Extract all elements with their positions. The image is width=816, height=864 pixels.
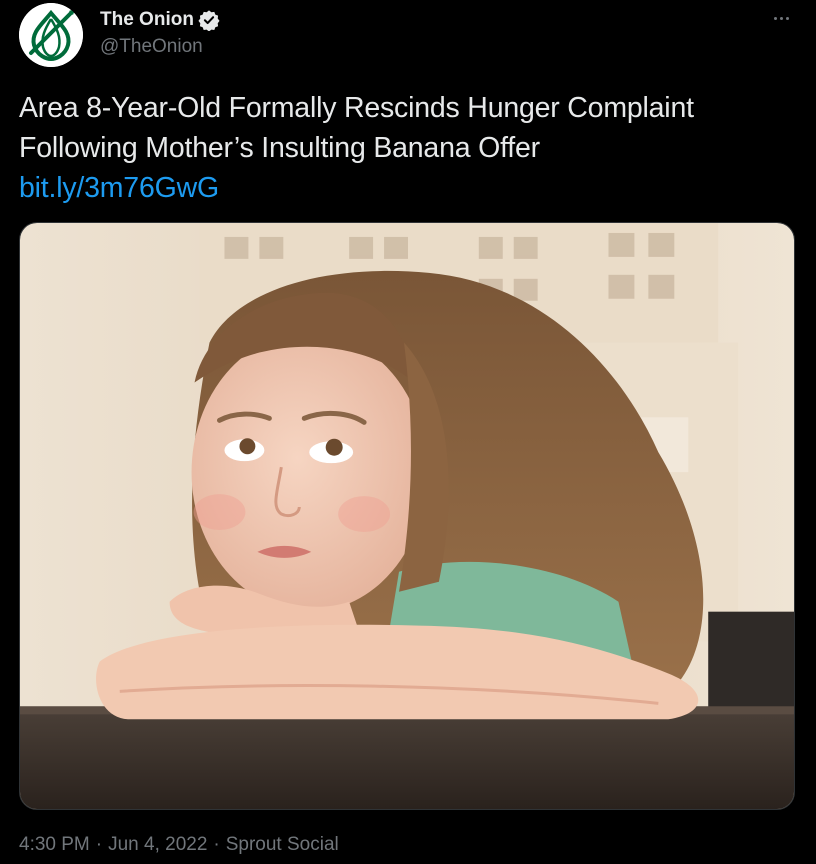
- tweet-media-photo[interactable]: [19, 222, 795, 810]
- headline-line-2: Following Mother’s Insulting Banana Offe…: [19, 132, 540, 164]
- headline-line-1: Area 8-Year-Old Formally Rescinds Hunger…: [19, 92, 694, 124]
- photo-girl-resting-on-table: [20, 223, 794, 809]
- author-name-row: The Onion: [100, 8, 220, 32]
- tweet-text: Area 8-Year-Old Formally Rescinds Hunger…: [19, 88, 799, 208]
- tweet-meta: 4:30 PM · Jun 4, 2022 · Sprout Social: [19, 834, 339, 856]
- meta-separator: ·: [213, 834, 220, 855]
- tweet[interactable]: The Onion @TheOnion Area 8-Year-Old Form…: [0, 0, 816, 864]
- meta-separator: ·: [95, 834, 103, 855]
- avatar[interactable]: [19, 3, 83, 67]
- verified-badge-icon: [198, 9, 220, 31]
- tweet-date[interactable]: Jun 4, 2022: [108, 834, 207, 856]
- onion-logo-icon: [19, 3, 83, 67]
- tweet-source[interactable]: Sprout Social: [226, 834, 339, 856]
- handle[interactable]: @TheOnion: [100, 36, 203, 58]
- tweet-link[interactable]: bit.ly/3m76GwG: [19, 172, 219, 204]
- tweet-time[interactable]: 4:30 PM: [19, 834, 90, 856]
- display-name[interactable]: The Onion: [100, 9, 194, 31]
- more-options-icon[interactable]: [768, 8, 794, 28]
